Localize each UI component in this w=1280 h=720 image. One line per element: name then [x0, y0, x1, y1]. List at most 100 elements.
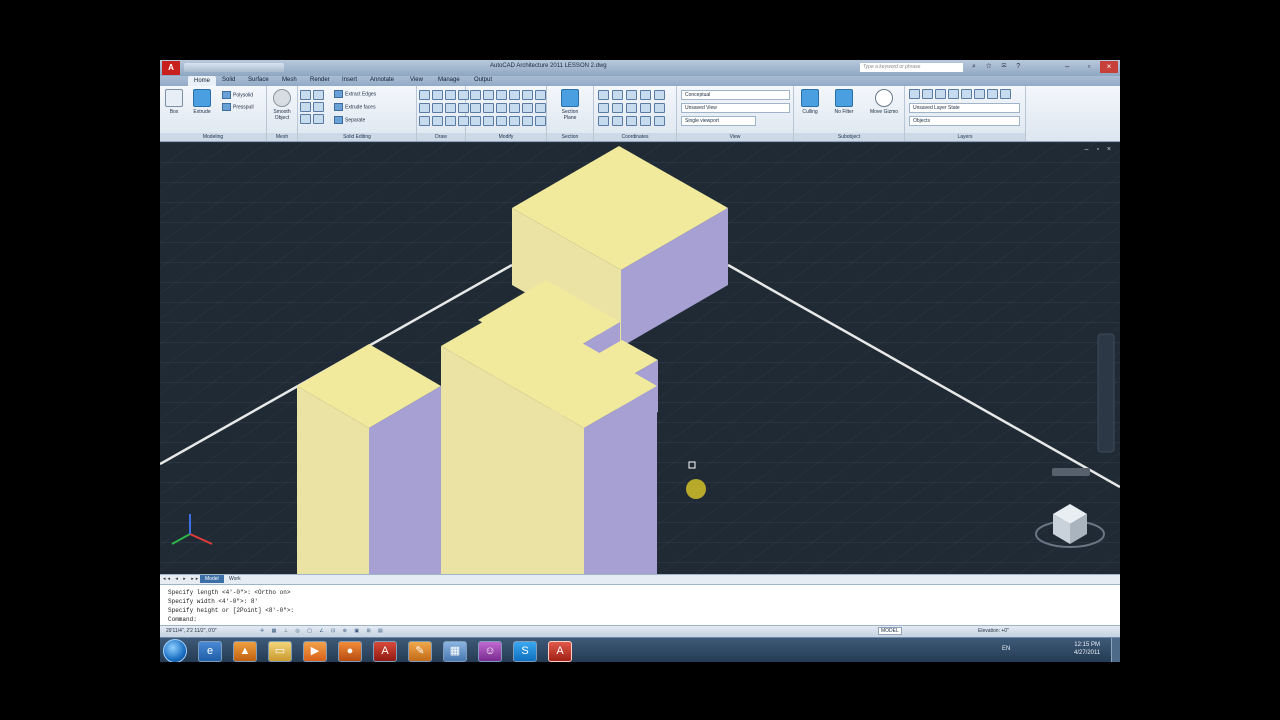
- saved-view-dropdown[interactable]: Unsaved View: [681, 103, 790, 113]
- panel-title-mesh[interactable]: Mesh: [267, 133, 297, 141]
- extrude-faces-label: Extrude faces: [345, 104, 376, 111]
- panel-title-view[interactable]: View: [677, 133, 793, 141]
- help-icons[interactable]: ⌕ ☆ ✉ ?: [972, 63, 1024, 71]
- layer-state-dropdown[interactable]: Unsaved Layer State: [909, 103, 1020, 113]
- tab-surface[interactable]: Surface: [248, 77, 269, 83]
- command-prompt[interactable]: Command:: [168, 615, 197, 624]
- cursor-coordinates[interactable]: 29'11/4", 2'2 11/2", 0'0": [166, 628, 217, 634]
- panel-modify: Modify: [466, 86, 547, 141]
- culling-button[interactable]: Culling: [796, 89, 824, 115]
- culling-label: Culling: [802, 109, 818, 115]
- vlc-icon[interactable]: ▲: [233, 641, 257, 662]
- command-history-line: Specify height or [2Point] <8'-0">:: [168, 607, 295, 614]
- mesh-tool-icons[interactable]: [300, 90, 324, 124]
- extrude-faces-button[interactable]: Extrude faces: [334, 103, 376, 111]
- navigation-bar[interactable]: [1097, 333, 1115, 453]
- search-input[interactable]: Type a keyword or phrase: [860, 63, 963, 72]
- tab-annotate[interactable]: Annotate: [370, 77, 394, 83]
- extrude-icon: [193, 89, 211, 107]
- window-controls[interactable]: – ▫: [1065, 62, 1099, 71]
- extrude-button[interactable]: Extrude: [190, 89, 214, 115]
- section-plane-button[interactable]: Section Plane: [558, 89, 582, 121]
- show-desktop-button[interactable]: [1111, 638, 1120, 662]
- box-label: Box: [169, 109, 179, 115]
- viewport-window-controls[interactable]: – ▫ ×: [1085, 146, 1114, 153]
- panel-title-coordinates[interactable]: Coordinates: [594, 133, 676, 141]
- layout-tabs: ◂◂ ◂ ▸ ▸▸ Model Work: [160, 574, 1120, 584]
- ie-icon[interactable]: e: [198, 641, 222, 662]
- modify-tool-icons[interactable]: [470, 90, 546, 126]
- extract-edges-button[interactable]: Extract Edges: [334, 90, 376, 98]
- object-label: Object: [274, 115, 290, 121]
- tab-mesh[interactable]: Mesh: [282, 77, 297, 83]
- panel-modeling: Box Extrude Polysolid Presspull Modeling: [160, 86, 267, 141]
- media-player-icon[interactable]: ▶: [303, 641, 327, 662]
- model-space-canvas[interactable]: [160, 142, 1120, 574]
- clock[interactable]: 12:15 PM 4/27/2011: [1074, 641, 1100, 657]
- unnamed-view-label[interactable]: [1052, 468, 1090, 476]
- panel-section: Section Plane Section: [547, 86, 594, 141]
- layout-nav-arrows[interactable]: ◂◂ ◂ ▸ ▸▸: [163, 576, 200, 582]
- panel-title-subobject[interactable]: Subobject: [794, 133, 904, 141]
- tab-work[interactable]: Work: [224, 575, 246, 583]
- current-layer-dropdown[interactable]: Objects: [909, 116, 1020, 126]
- firefox-icon[interactable]: ●: [338, 641, 362, 662]
- smooth-object-button[interactable]: Smooth Object: [270, 89, 294, 121]
- panel-title-modeling[interactable]: Modeling: [160, 133, 266, 141]
- close-button[interactable]: ×: [1100, 61, 1118, 73]
- ucs-tool-icons[interactable]: [598, 90, 665, 126]
- panel-title-solid-editing[interactable]: Solid Editing: [298, 133, 416, 141]
- game-icon[interactable]: ☺: [478, 641, 502, 662]
- separate-label: Separate: [345, 117, 366, 124]
- app-menu-button[interactable]: A: [162, 61, 180, 75]
- tab-solid[interactable]: Solid: [222, 77, 235, 83]
- tab-render[interactable]: Render: [310, 77, 330, 83]
- panel-subobject: Culling No Filter Move Gizmo Subobject: [794, 86, 905, 141]
- no-filter-label: No Filter: [834, 109, 854, 115]
- extract-edges-label: Extract Edges: [345, 91, 377, 98]
- extrude-faces-icon: [334, 103, 343, 111]
- panel-draw: Draw: [417, 86, 469, 141]
- autocad-icon[interactable]: A: [373, 641, 397, 662]
- culling-icon: [801, 89, 819, 107]
- polysolid-button[interactable]: Polysolid: [222, 91, 253, 99]
- skype-icon[interactable]: S: [513, 641, 537, 662]
- tab-output[interactable]: Output: [474, 77, 492, 83]
- section-plane-icon: [561, 89, 579, 107]
- panel-title-layers[interactable]: Layers: [905, 133, 1025, 141]
- command-line[interactable]: Specify length <4'-0">: <Ortho on> Speci…: [160, 584, 1120, 626]
- tab-model[interactable]: Model: [200, 575, 224, 583]
- viewport-config-dropdown[interactable]: Single viewport: [681, 116, 756, 126]
- tab-manage[interactable]: Manage: [438, 77, 460, 83]
- drafting-toggles[interactable]: ✛ ▦ ⊥ ◎ ▢ ∠ ⊡ ⊕ ▣ ⊞ ▤: [260, 628, 386, 634]
- elevation-display[interactable]: Elevation: +0": [978, 628, 1009, 634]
- no-filter-button[interactable]: No Filter: [828, 89, 860, 115]
- move-gizmo-button[interactable]: Move Gizmo: [866, 89, 902, 115]
- start-button[interactable]: [163, 639, 187, 662]
- paint-icon[interactable]: ✎: [408, 641, 432, 662]
- tab-home[interactable]: Home: [188, 76, 217, 86]
- draw-tool-icons[interactable]: [419, 90, 469, 126]
- solid-box-left[interactable]: [297, 344, 441, 574]
- quick-access-toolbar[interactable]: [184, 63, 284, 72]
- clock-time: 12:15 PM: [1074, 642, 1100, 648]
- visual-style-dropdown[interactable]: Conceptual: [681, 90, 790, 100]
- sphere-icon: [273, 89, 291, 107]
- tab-view[interactable]: View: [410, 77, 423, 83]
- model-space-toggle[interactable]: MODEL: [878, 627, 902, 635]
- tab-insert[interactable]: Insert: [342, 77, 357, 83]
- box-button[interactable]: Box: [162, 89, 186, 115]
- calculator-icon[interactable]: ▦: [443, 641, 467, 662]
- panel-title-modify[interactable]: Modify: [466, 133, 546, 141]
- panel-title-section[interactable]: Section: [547, 133, 593, 141]
- autocad-active-icon[interactable]: A: [548, 641, 572, 662]
- folder-icon[interactable]: ▭: [268, 641, 292, 662]
- move-gizmo-label: Move Gizmo: [869, 109, 899, 115]
- separate-button[interactable]: Separate: [334, 116, 365, 124]
- layer-tool-icons[interactable]: [909, 89, 1011, 99]
- drawing-viewport[interactable]: – ▫ ×: [160, 142, 1120, 574]
- panel-solid-editing: Extract Edges Extrude faces Separate Sol…: [298, 86, 417, 141]
- language-indicator[interactable]: EN: [1002, 646, 1010, 652]
- presspull-button[interactable]: Presspull: [222, 103, 254, 111]
- panel-title-draw[interactable]: Draw: [417, 133, 465, 141]
